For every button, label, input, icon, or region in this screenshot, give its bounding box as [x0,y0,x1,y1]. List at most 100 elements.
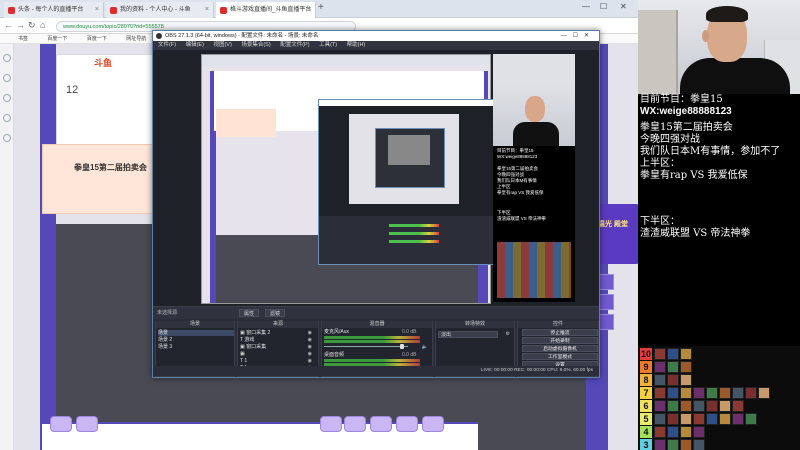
filters-button[interactable]: 滤镜 [265,309,286,317]
visibility-eye-icon[interactable]: ◉ [308,358,312,364]
source-item[interactable]: ▣ 窗口采集 2 [240,330,270,336]
obs-titlebar[interactable]: OBS 27.1.3 (64-bit, windows) - 配置文件: 未命名… [153,31,599,41]
page-side-banner [40,44,56,450]
new-tab-button[interactable]: + [318,2,324,13]
minimize-button[interactable]: — [582,2,590,11]
info-line: 拳皇15第二届拍卖会 [640,122,733,133]
character-portrait [745,387,757,399]
obs-logo-icon [156,33,162,39]
properties-button[interactable]: 属性 [239,309,260,317]
bookmark-item[interactable]: 书签 [18,36,28,42]
transition-settings-gear-icon[interactable]: ⚙ [506,331,510,337]
scene-item[interactable]: 场景 [158,330,234,336]
gift-icon[interactable] [76,416,98,432]
close-tab-icon[interactable]: × [95,2,99,18]
browser-tab-1[interactable]: 头条 - 每个人的直播平台 × [4,2,104,18]
preview-text: 拳皇有rap VS 我爱低保 [497,190,544,195]
tier-row: 9 [638,361,800,374]
studio-mode-button[interactable]: 工作室模式 [522,353,598,360]
sidebar-favorite-icon[interactable] [3,54,11,62]
browser-tab-2[interactable]: 我的资料 - 个人中心 - 斗鱼 × [106,2,214,18]
menu-edit[interactable]: 编辑(E) [186,42,204,48]
speaker-icon[interactable]: 🔈 [422,344,428,350]
close-window-button[interactable]: ✕ [620,2,627,11]
gift-icon[interactable] [320,416,342,432]
preview-webcam-overlay: 目前节目：拳皇15 WX:weige88888123 拳皇15第二届拍卖会 今晚… [493,84,575,302]
webcam-background-door [638,10,678,94]
sidebar-mail-icon[interactable] [3,114,11,122]
back-icon[interactable]: ← [4,20,13,30]
tier-rank-label: 9 [640,361,652,373]
transition-select[interactable]: 淡出 [438,331,498,338]
visibility-eye-icon[interactable]: ◉ [308,351,312,357]
browser-tab-label: 头条 - 每个人的直播平台 [18,7,84,13]
source-item[interactable]: ▣ [240,351,245,357]
menu-file[interactable]: 文件(F) [158,42,176,48]
volume-slider[interactable] [324,346,408,347]
maximize-button[interactable]: ☐ [600,2,607,11]
webcam-feed [638,0,800,94]
source-item[interactable]: T 1 [240,358,247,364]
gift-icon[interactable] [344,416,366,432]
start-virtual-camera-button[interactable]: 启动虚拟摄像机 [522,345,598,352]
bookmark-item[interactable]: 百度一下 [87,36,107,42]
character-portrait [758,387,770,399]
preview-webcam [493,84,575,146]
start-recording-button[interactable]: 开始录制 [522,337,598,344]
gift-icon[interactable] [50,416,72,432]
menu-help[interactable]: 帮助(H) [347,42,366,48]
forward-icon[interactable]: → [16,20,25,30]
close-tab-icon[interactable]: × [205,2,209,18]
bookmark-item[interactable]: 百度一下 [47,36,67,42]
sidebar-download-icon[interactable] [3,94,11,102]
event-card-title: 拳皇15第二届拍卖会 [74,163,147,172]
tier-row: 3 [638,439,800,450]
tier-rank-label: 4 [640,426,652,438]
gift-icon[interactable] [396,416,418,432]
character-portrait [706,387,718,399]
character-portrait [680,413,692,425]
gift-icon[interactable] [370,416,392,432]
source-item[interactable]: ▣ 窗口采集 [240,344,266,350]
volume-slider-handle[interactable] [400,344,404,349]
menu-tools[interactable]: 工具(T) [319,42,337,48]
bookmark-item[interactable]: 网址导航 [126,36,146,42]
visibility-eye-icon[interactable]: ◉ [308,330,312,336]
character-portrait [719,400,731,412]
tab-bar: 头条 - 每个人的直播平台 × 我的资料 - 个人中心 - 斗鱼 × 格斗游戏直… [0,0,640,18]
scene-item[interactable]: 场景 2 [158,337,172,343]
tier-rank-label: 10 [640,348,652,360]
stop-streaming-button[interactable]: 停止推流 [522,329,598,336]
scene-item[interactable]: 场景 3 [158,344,172,350]
close-tab-icon[interactable]: × [307,2,311,18]
source-item[interactable]: T 游戏 [240,337,254,343]
browser-tab-3[interactable]: 格斗游戏直播间_斗鱼直播平台 × [216,2,316,18]
page-logo[interactable]: 斗鱼 [94,56,112,69]
visibility-eye-icon[interactable]: ◉ [308,344,312,350]
character-portrait [680,387,692,399]
menu-profile[interactable]: 配置文件(P) [280,42,309,48]
visibility-eye-icon[interactable]: ◉ [308,337,312,343]
menu-scene-collection[interactable]: 场景集合(S) [241,42,270,48]
sources-header: 来源 [238,321,318,328]
character-portrait [719,387,731,399]
promo-banner[interactable] [594,204,640,264]
home-icon[interactable]: ⌂ [40,20,45,30]
mixer-header: 混音器 [322,321,432,328]
obs-window-controls[interactable]: —☐✕ [561,31,595,41]
character-portrait [693,426,705,438]
character-portrait [667,361,679,373]
refresh-icon[interactable]: ↻ [28,20,36,31]
obs-preview[interactable]: 目前节目：拳皇15 WX:weige88888123 拳皇15第二届拍卖会 今晚… [153,50,599,306]
menu-view[interactable]: 视图(V) [213,42,231,48]
character-portrait [680,400,692,412]
transitions-header: 转场特效 [436,321,514,328]
sidebar-tools-icon[interactable] [3,134,11,142]
obs-menubar: 文件(F) 编辑(E) 视图(V) 场景集合(S) 配置文件(P) 工具(T) … [153,41,599,50]
info-line: WX:weige88888123 [640,106,732,117]
streamer-body [680,58,790,94]
info-line: 我们队日本M有事情，参加不了 [640,146,781,157]
character-portrait [667,374,679,386]
sidebar-history-icon[interactable] [3,74,11,82]
gift-icon[interactable] [422,416,444,432]
